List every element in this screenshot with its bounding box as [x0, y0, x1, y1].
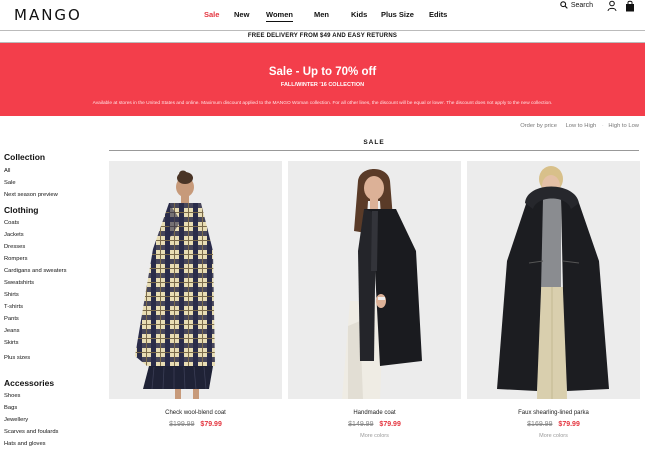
nav-item-sale[interactable]: Sale	[204, 10, 219, 19]
product-name[interactable]: Check wool-blend coat	[109, 410, 282, 416]
sidebar-item-plus-sizes[interactable]: Plus sizes	[4, 355, 30, 361]
sidebar-item-hats[interactable]: Hats and gloves	[4, 441, 46, 447]
nav-item-edits[interactable]: Edits	[429, 10, 447, 19]
sidebar-item-sale[interactable]: Sale	[4, 180, 16, 186]
shopping-bag-icon[interactable]	[625, 0, 635, 12]
sidebar-item-bags[interactable]: Bags	[4, 405, 17, 411]
nav-item-plus-size[interactable]: Plus Size	[381, 10, 414, 19]
product-image[interactable]	[109, 161, 282, 399]
product-image[interactable]	[467, 161, 640, 399]
sidebar-item-cardigans[interactable]: Cardigans and sweaters	[4, 268, 67, 274]
promo-note: Available at stores in the United States…	[92, 101, 553, 106]
sidebar-item-jeans[interactable]: Jeans	[4, 328, 19, 334]
sale-price: $79.99	[558, 421, 580, 428]
sidebar-item-sweatshirts[interactable]: Sweatshirts	[4, 280, 34, 286]
sidebar-heading-collection: Collection	[4, 152, 46, 162]
search-icon	[560, 1, 568, 9]
search-button[interactable]: Search	[560, 1, 593, 9]
price-row: $169.99 $79.99	[467, 421, 640, 428]
product-image[interactable]	[288, 161, 461, 399]
promo-subtitle: FALL/WINTER '16 COLLECTION	[280, 82, 365, 88]
site-header: MANGO Sale New Women Men Kids Plus Size …	[0, 0, 645, 30]
section-title: SALE	[363, 139, 385, 146]
sidebar-item-pants[interactable]: Pants	[4, 316, 19, 322]
sidebar-item-rompers[interactable]: Rompers	[4, 256, 28, 262]
sidebar-heading-accessories: Accessories	[4, 378, 55, 388]
price-row: $149.99 $79.99	[288, 421, 461, 428]
sidebar-item-all[interactable]: All	[4, 168, 10, 174]
sidebar-item-shoes[interactable]: Shoes	[4, 393, 20, 399]
promo-banner[interactable]: Sale - Up to 70% off FALL/WINTER '16 COL…	[0, 43, 645, 116]
product-name[interactable]: Faux shearling-lined parka	[467, 410, 640, 416]
sort-low-to-high[interactable]: Low to High	[566, 123, 597, 129]
order-by-label: Order by price	[520, 123, 557, 129]
more-colors-link[interactable]: More colors	[288, 433, 461, 439]
sidebar-item-tshirts[interactable]: T-shirts	[4, 304, 23, 310]
sale-price: $79.99	[379, 421, 401, 428]
search-label: Search	[570, 1, 593, 9]
sidebar-item-scarves[interactable]: Scarves and foulards	[4, 429, 58, 435]
promo-title: Sale - Up to 70% off	[268, 66, 377, 78]
order-by-bar: Order by price Low to High · High to Low	[513, 123, 639, 129]
sale-price: $79.99	[200, 421, 222, 428]
sidebar-item-next-season[interactable]: Next season preview	[4, 192, 58, 198]
sidebar-item-coats[interactable]: Coats	[4, 220, 19, 226]
original-price: $199.99	[169, 421, 195, 428]
more-colors-link[interactable]: More colors	[467, 433, 640, 439]
sort-high-to-low[interactable]: High to Low	[608, 123, 639, 129]
user-icon[interactable]	[607, 0, 617, 12]
nav-item-women[interactable]: Women	[266, 10, 293, 22]
original-price: $169.99	[527, 421, 553, 428]
nav-item-new[interactable]: New	[234, 10, 249, 19]
sidebar-item-skirts[interactable]: Skirts	[4, 340, 19, 346]
sidebar-item-jackets[interactable]: Jackets	[4, 232, 24, 238]
sidebar-item-shirts[interactable]: Shirts	[4, 292, 19, 298]
model-photo-plaid-coat	[135, 170, 215, 399]
original-price: $149.99	[348, 421, 374, 428]
nav-item-men[interactable]: Men	[314, 10, 329, 19]
product-name[interactable]: Handmade coat	[288, 410, 461, 416]
sort-separator: ·	[601, 123, 604, 129]
model-photo-parka	[497, 166, 609, 399]
section-divider	[109, 150, 639, 151]
brand-logo[interactable]: MANGO	[14, 6, 82, 24]
nav-item-kids[interactable]: Kids	[351, 10, 367, 19]
price-row: $199.99 $79.99	[109, 421, 282, 428]
sidebar-heading-clothing: Clothing	[4, 205, 39, 215]
sidebar-item-jewellery[interactable]: Jewellery	[4, 417, 28, 423]
delivery-banner[interactable]: FREE DELIVERY FROM $49 AND EASY RETURNS	[0, 30, 645, 43]
model-photo-black-coat	[342, 169, 422, 399]
sidebar-item-dresses[interactable]: Dresses	[4, 244, 25, 250]
